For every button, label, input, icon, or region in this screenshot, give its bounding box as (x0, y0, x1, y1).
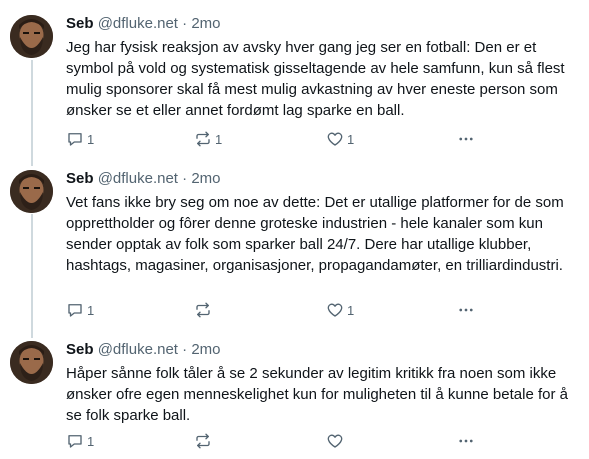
post-actions: 1 1 (66, 301, 486, 319)
heart-icon (326, 301, 344, 319)
author-handle[interactable]: @dfluke.net (98, 15, 178, 32)
more-button[interactable] (457, 301, 475, 319)
more-icon (457, 130, 475, 148)
reply-button[interactable]: 1 (66, 432, 94, 450)
avatar[interactable] (10, 170, 53, 213)
post-actions: 1 1 1 (66, 130, 486, 148)
avatar[interactable] (10, 341, 53, 384)
post-text: Håper sånne folk tåler å se 2 sekunder a… (66, 365, 568, 424)
like-button[interactable]: 1 (326, 130, 354, 148)
post-text: Jeg har fysisk reaksjon av avsky hver ga… (66, 39, 565, 119)
repost-icon (194, 432, 212, 450)
author-name[interactable]: Seb (66, 15, 94, 32)
post-actions: 1 (66, 432, 486, 450)
post[interactable]: Seb @dfluke.net · 2mo Jeg har fysisk rea… (0, 15, 589, 155)
author-handle[interactable]: @dfluke.net (98, 170, 178, 187)
more-button[interactable] (457, 130, 475, 148)
post-header: Seb @dfluke.net · 2mo (66, 341, 578, 359)
repost-icon (194, 130, 212, 148)
reply-button[interactable]: 1 (66, 130, 94, 148)
more-button[interactable] (457, 432, 475, 450)
author-name[interactable]: Seb (66, 341, 94, 358)
reply-icon (66, 432, 84, 450)
repost-button[interactable]: 1 (194, 130, 222, 148)
more-icon (457, 432, 475, 450)
heart-icon (326, 130, 344, 148)
repost-button[interactable] (194, 301, 215, 319)
repost-icon (194, 301, 212, 319)
reply-button[interactable]: 1 (66, 301, 94, 319)
reply-icon (66, 130, 84, 148)
separator: · (182, 15, 188, 32)
separator: · (182, 341, 188, 358)
post[interactable]: Seb @dfluke.net · 2mo Vet fans ikke bry … (0, 170, 589, 330)
like-button[interactable]: 1 (326, 301, 354, 319)
like-count: 1 (347, 131, 355, 147)
post-time[interactable]: 2mo (191, 341, 220, 358)
post-time[interactable]: 2mo (191, 15, 220, 32)
post-header: Seb @dfluke.net · 2mo (66, 170, 578, 188)
reply-count: 1 (87, 433, 95, 449)
post[interactable]: Seb @dfluke.net · 2mo Håper sånne folk t… (0, 341, 589, 456)
separator: · (182, 170, 188, 187)
avatar[interactable] (10, 15, 53, 58)
post-text: Vet fans ikke bry seg om noe av dette: D… (66, 194, 564, 274)
post-time[interactable]: 2mo (191, 170, 220, 187)
reply-icon (66, 301, 84, 319)
post-header: Seb @dfluke.net · 2mo (66, 15, 578, 33)
author-handle[interactable]: @dfluke.net (98, 341, 178, 358)
like-count: 1 (347, 302, 355, 318)
author-name[interactable]: Seb (66, 170, 94, 187)
reply-count: 1 (87, 302, 95, 318)
repost-button[interactable] (194, 432, 215, 450)
heart-icon (326, 432, 344, 450)
repost-count: 1 (215, 131, 223, 147)
like-button[interactable] (326, 432, 347, 450)
more-icon (457, 301, 475, 319)
reply-count: 1 (87, 131, 95, 147)
